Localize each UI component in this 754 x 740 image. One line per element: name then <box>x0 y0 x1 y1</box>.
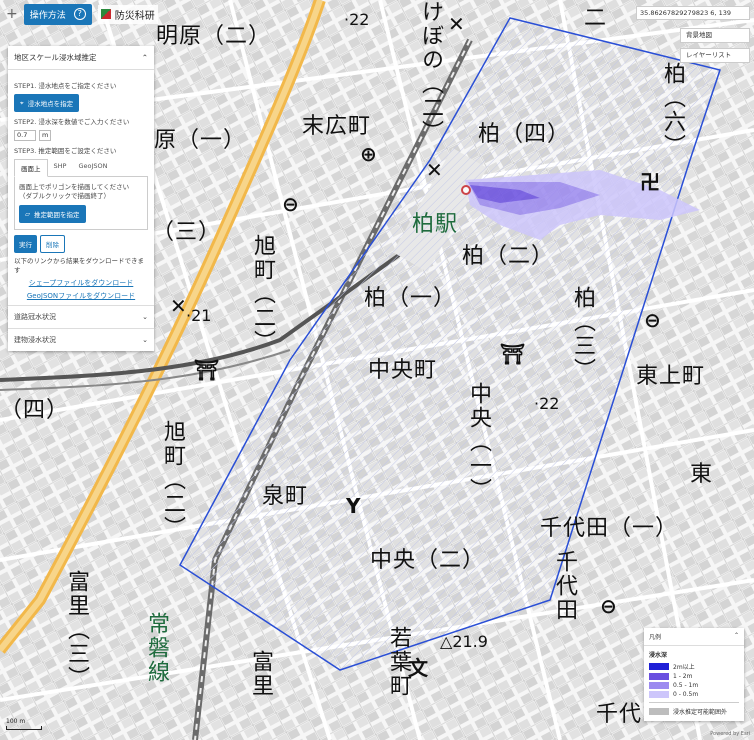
depth-input[interactable]: 0.7 <box>14 130 36 141</box>
range-tabs: 画面上 SHP GeoJSON <box>14 159 148 177</box>
elevation-point: ·22 <box>534 394 560 413</box>
attribution: Powered by Esri <box>710 731 750 737</box>
temple-icon: 卍 <box>640 170 660 194</box>
legend-panel: 凡例 ⌃ 浸水深 2m以上 1 - 2m 0.5 - 1m 0 - 0.5m 浸… <box>644 628 744 721</box>
step3-label: STEP3. 推定範囲をご設定ください <box>14 147 117 155</box>
geojson-download-link[interactable]: GeoJSONファイルをダウンロード <box>14 291 148 301</box>
legend-swatch <box>649 691 669 698</box>
shrine-icon: ⛩ <box>194 358 220 382</box>
legend-header[interactable]: 凡例 ⌃ <box>644 628 744 646</box>
place-chiyoda1: 千代田（一） <box>540 516 679 541</box>
base-map-button[interactable]: 背景地図 <box>680 28 750 43</box>
draw-instruction: 画面上でポリゴンを描画してください <box>19 183 130 191</box>
place-chiyoda: 千代田 <box>552 550 577 622</box>
place-asahi-b: 旭町（二） <box>160 420 185 540</box>
legend-swatch <box>649 663 669 670</box>
legend-item: 0.5 - 1m <box>644 681 744 690</box>
place-tomisato-a: 富里（三） <box>64 570 89 690</box>
place-chuo2: 中央（二） <box>370 548 486 573</box>
shp-download-link[interactable]: シェープファイルをダウンロード <box>14 278 148 288</box>
place-kashiwa3: 柏（三） <box>570 286 595 382</box>
police-box-icon: ✕ <box>448 12 465 36</box>
place-ni-top: 二 <box>584 6 608 31</box>
menu-icon[interactable]: + <box>6 6 18 22</box>
place-higashiue: 東上町 <box>636 364 706 389</box>
brand-logo-icon <box>100 9 111 19</box>
delete-button[interactable]: 削除 <box>40 235 65 253</box>
place-kashiwa6: 柏（六） <box>660 62 685 158</box>
police-box-icon: ✕ <box>170 294 187 318</box>
set-range-button[interactable]: ▱ 推定範囲を指定 <box>19 205 86 223</box>
chevron-down-icon: ⌄ <box>142 336 148 344</box>
legend-swatch <box>649 708 669 715</box>
brand-logo: 防災科研 <box>97 4 158 24</box>
howto-button[interactable]: 操作方法 ? <box>23 3 92 25</box>
download-text: 以下のリンクから結果をダウンロードできます <box>14 257 144 274</box>
place-chuo1: 中央（一） <box>466 382 491 502</box>
elevation-point: ·22 <box>344 10 370 29</box>
collapse-icon[interactable]: ⌃ <box>734 632 739 641</box>
place-chiyo: 千代 <box>596 702 643 727</box>
place-kashiwa1: 柏（一） <box>364 286 457 311</box>
place-tomisato-b: 富里 <box>248 650 273 698</box>
legend-item: 0 - 0.5m <box>644 690 744 699</box>
collapse-icon[interactable]: ⌃ <box>142 53 148 62</box>
school-icon: 文 <box>408 656 428 680</box>
place-akehara: 明原（二） <box>156 24 272 49</box>
legend-swatch <box>649 673 669 680</box>
line-joban: 常磐線 <box>144 612 169 684</box>
legend-item: 2m以上 <box>644 661 744 672</box>
place-kashiwa-station: 柏駅 <box>412 212 459 237</box>
depth-unit: m <box>39 130 52 141</box>
flood-panel: 地区スケール浸水域推定 ⌃ STEP1. 浸水地点をご指定ください ⌖ 浸水地点… <box>8 46 154 351</box>
panel-header[interactable]: 地区スケール浸水域推定 ⌃ <box>8 46 154 70</box>
coordinate-readout: 35.86267829279823 6, 139 <box>636 6 750 20</box>
place-san: （三） <box>152 220 222 245</box>
tab-shp[interactable]: SHP <box>48 159 73 176</box>
place-shi4: （四） <box>0 398 70 423</box>
place-kashiwa4: 柏（四） <box>478 122 571 147</box>
place-kebono: けぼの（二） <box>418 0 443 144</box>
step1-label: STEP1. 浸水地点をご指定ください <box>14 82 117 90</box>
polygon-icon: ▱ <box>25 210 30 218</box>
tab-geojson[interactable]: GeoJSON <box>72 159 113 176</box>
chevron-down-icon: ⌄ <box>142 313 148 321</box>
building-section[interactable]: 建物浸水状況 ⌄ <box>8 328 154 351</box>
post-office-icon: ⊖ <box>600 594 617 618</box>
scale-bar: 100 m <box>6 718 42 730</box>
step2-label: STEP2. 浸水深を数値でご入力ください <box>14 118 130 126</box>
place-suehiro: 末広町 <box>302 114 372 139</box>
elevation-point: △21.9 <box>440 632 488 651</box>
tab-screen[interactable]: 画面上 <box>14 159 48 177</box>
legend-item: 浸水推定可能範囲外 <box>644 706 744 717</box>
marker-icon: ⌖ <box>20 98 24 107</box>
shrine-icon: ⛩ <box>500 342 526 366</box>
road-section[interactable]: 道路冠水状況 ⌄ <box>8 305 154 328</box>
place-izumi: 泉町 <box>262 484 309 509</box>
draw-instruction-note: （ダブルクリックで描画終了） <box>19 192 110 200</box>
place-kashiwa2: 柏（二） <box>462 244 555 269</box>
elevation-point: ·21 <box>186 306 212 325</box>
header-bar: + 操作方法 ? 防災科研 <box>0 0 158 28</box>
run-button[interactable]: 実行 <box>14 235 37 253</box>
place-chuocho: 中央町 <box>368 358 438 383</box>
panel-title: 地区スケール浸水域推定 <box>14 53 97 62</box>
legend-swatch <box>649 682 669 689</box>
place-asahi2: 旭町（二） <box>250 234 275 354</box>
post-office-icon: ⊖ <box>644 308 661 332</box>
post-office-icon: ⊖ <box>282 192 299 216</box>
legend-item: 1 - 2m <box>644 672 744 681</box>
police-box-icon: ✕ <box>426 158 443 182</box>
place-hara1: 原（一） <box>154 128 247 153</box>
factory-icon: Y <box>346 494 361 518</box>
legend-subtitle: 浸水深 <box>649 652 668 659</box>
help-icon: ? <box>73 8 86 20</box>
legend-title: 凡例 <box>649 634 662 641</box>
place-higashi: 東 <box>690 462 714 487</box>
set-point-button[interactable]: ⌖ 浸水地点を指定 <box>14 94 80 112</box>
layer-list-button[interactable]: レイヤーリスト <box>680 48 750 63</box>
post-office-icon: ⊕ <box>360 142 377 166</box>
